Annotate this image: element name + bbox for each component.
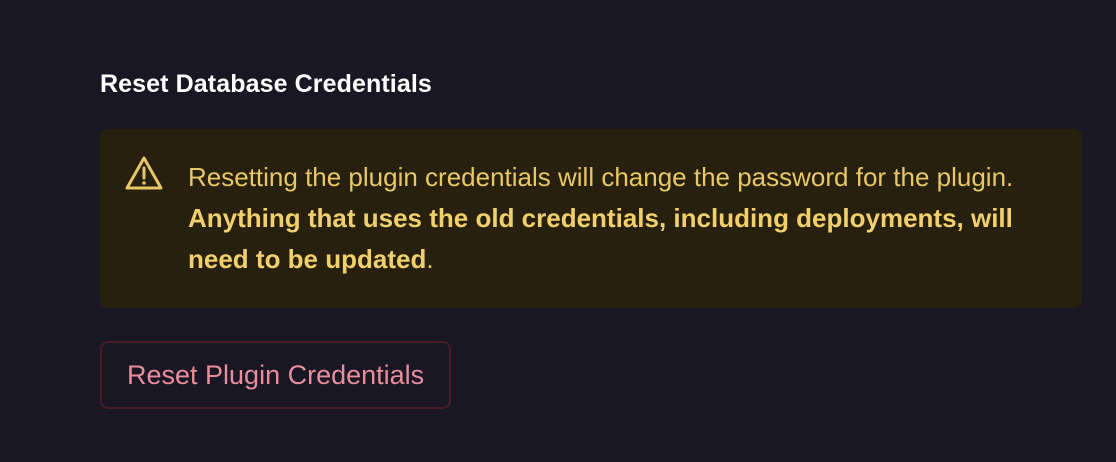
warning-end: . <box>426 244 434 274</box>
section-title: Reset Database Credentials <box>100 70 432 98</box>
warning-emphasis: Anything that uses the old credentials, … <box>188 203 1013 274</box>
warning-intro: Resetting the plugin credentials will ch… <box>188 162 1014 192</box>
warning-callout: Resetting the plugin credentials will ch… <box>100 129 1082 308</box>
warning-triangle-icon <box>124 155 164 191</box>
reset-credentials-section: Reset Database Credentials Resetting the… <box>100 64 1082 409</box>
warning-message: Resetting the plugin credentials will ch… <box>188 157 1052 280</box>
reset-plugin-credentials-button[interactable]: Reset Plugin Credentials <box>100 341 452 409</box>
